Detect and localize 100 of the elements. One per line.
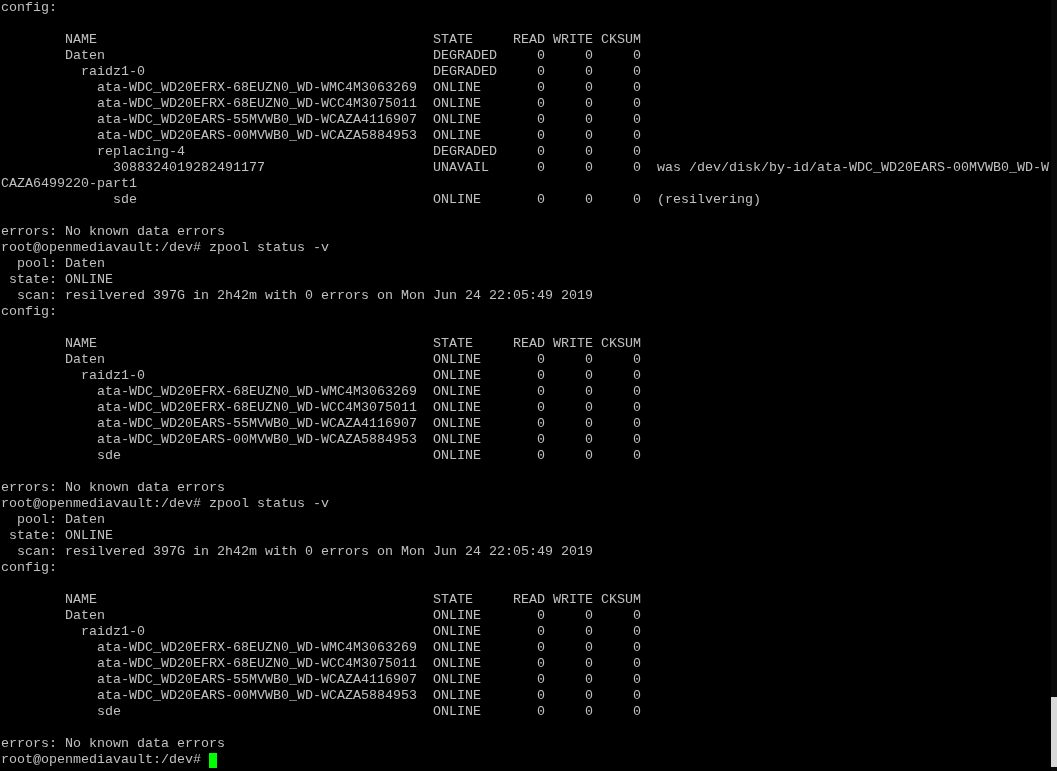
count-cell: 0 bbox=[633, 144, 641, 159]
count-cell: 0 bbox=[537, 368, 545, 383]
count-cell: 0 bbox=[585, 112, 593, 127]
count-cell: 0 bbox=[537, 160, 545, 175]
state-cell: UNAVAIL bbox=[433, 160, 489, 175]
vdev-name: Daten bbox=[65, 352, 105, 367]
count-cell: 0 bbox=[585, 80, 593, 95]
count-cell: 0 bbox=[633, 608, 641, 623]
count-cell: 0 bbox=[537, 128, 545, 143]
count-cell: 0 bbox=[537, 112, 545, 127]
prompt-line: root@openmediavault:/dev# zpool status -v bbox=[1, 240, 329, 255]
vdev-name: sde bbox=[97, 704, 121, 719]
config-label: config: bbox=[1, 304, 57, 319]
count-cell: 0 bbox=[633, 128, 641, 143]
count-cell: 0 bbox=[537, 640, 545, 655]
count-cell: 0 bbox=[585, 352, 593, 367]
count-cell: 0 bbox=[633, 416, 641, 431]
vdev-name: ata-WDC_WD20EARS-00MVWB0_WD-WCAZA5884953 bbox=[97, 688, 417, 703]
column-header: STATE bbox=[433, 592, 473, 607]
column-header: NAME bbox=[65, 592, 97, 607]
vdev-name: ata-WDC_WD20EFRX-68EUZN0_WD-WCC4M3075011 bbox=[97, 656, 417, 671]
prompt-line: root@openmediavault:/dev# bbox=[1, 752, 201, 768]
state-cell: ONLINE bbox=[433, 688, 481, 703]
state-cell: ONLINE bbox=[433, 640, 481, 655]
vdev-name: ata-WDC_WD20EFRX-68EUZN0_WD-WCC4M3075011 bbox=[97, 96, 417, 111]
count-cell: 0 bbox=[633, 704, 641, 719]
state-cell: ONLINE bbox=[433, 448, 481, 463]
status-label: scan: bbox=[16, 544, 57, 560]
count-cell: 0 bbox=[585, 48, 593, 63]
vdev-name: ata-WDC_WD20EFRX-68EUZN0_WD-WMC4M3063269 bbox=[97, 384, 417, 399]
count-cell: 0 bbox=[585, 384, 593, 399]
state-cell: ONLINE bbox=[433, 624, 481, 639]
count-cell: 0 bbox=[585, 192, 593, 207]
vdev-name: ata-WDC_WD20EARS-00MVWB0_WD-WCAZA5884953 bbox=[97, 432, 417, 447]
status-value: resilvered 397G in 2h42m with 0 errors on Mon Jun 24 22:05:49 2019 bbox=[64, 544, 593, 560]
count-cell: 0 bbox=[585, 416, 593, 431]
status-value: Daten bbox=[64, 512, 105, 528]
prompt-line: root@openmediavault:/dev# zpool status -v bbox=[1, 496, 329, 511]
column-header: CKSUM bbox=[601, 32, 641, 47]
vdev-name: ata-WDC_WD20EFRX-68EUZN0_WD-WMC4M3063269 bbox=[97, 640, 417, 655]
count-cell: 0 bbox=[537, 48, 545, 63]
count-cell: 0 bbox=[585, 656, 593, 671]
column-header: NAME bbox=[65, 32, 97, 47]
vdev-name: ata-WDC_WD20EARS-55MVWB0_WD-WCAZA4116907 bbox=[97, 112, 417, 127]
errors-line: errors: No known data errors bbox=[1, 736, 225, 751]
vdev-name: sde bbox=[113, 192, 137, 207]
column-header: WRITE bbox=[553, 592, 593, 607]
status-value: ONLINE bbox=[64, 528, 113, 544]
count-cell: 0 bbox=[585, 432, 593, 447]
column-header: STATE bbox=[433, 32, 473, 47]
count-cell: 0 bbox=[585, 688, 593, 703]
note-text: (resilvering) bbox=[656, 192, 761, 208]
count-cell: 0 bbox=[537, 432, 545, 447]
state-cell: DEGRADED bbox=[433, 144, 497, 159]
column-header: READ bbox=[513, 336, 545, 351]
count-cell: 0 bbox=[633, 688, 641, 703]
vdev-name: replacing-4 bbox=[97, 144, 185, 159]
vdev-name: raidz1-0 bbox=[81, 624, 145, 639]
count-cell: 0 bbox=[537, 416, 545, 431]
count-cell: 0 bbox=[537, 448, 545, 463]
state-cell: ONLINE bbox=[433, 416, 481, 431]
state-cell: ONLINE bbox=[433, 128, 481, 143]
count-cell: 0 bbox=[537, 352, 545, 367]
count-cell: 0 bbox=[633, 48, 641, 63]
count-cell: 0 bbox=[633, 96, 641, 111]
count-cell: 0 bbox=[585, 160, 593, 175]
scrollbar-thumb[interactable] bbox=[1051, 697, 1057, 767]
state-cell: ONLINE bbox=[433, 400, 481, 415]
count-cell: 0 bbox=[585, 704, 593, 719]
state-cell: ONLINE bbox=[433, 656, 481, 671]
count-cell: 0 bbox=[537, 384, 545, 399]
state-cell: ONLINE bbox=[433, 80, 481, 95]
count-cell: 0 bbox=[537, 80, 545, 95]
state-cell: ONLINE bbox=[433, 368, 481, 383]
vdev-name: ata-WDC_WD20EARS-55MVWB0_WD-WCAZA4116907 bbox=[97, 416, 417, 431]
status-value: Daten bbox=[64, 256, 105, 272]
column-header: READ bbox=[513, 32, 545, 47]
state-cell: ONLINE bbox=[433, 672, 481, 687]
vdev-name: raidz1-0 bbox=[81, 368, 145, 383]
count-cell: 0 bbox=[633, 448, 641, 463]
count-cell: 0 bbox=[633, 400, 641, 415]
vdev-name: sde bbox=[97, 448, 121, 463]
state-cell: DEGRADED bbox=[433, 48, 497, 63]
column-header: READ bbox=[513, 592, 545, 607]
state-cell: ONLINE bbox=[433, 192, 481, 207]
count-cell: 0 bbox=[633, 672, 641, 687]
vdev-name: ata-WDC_WD20EARS-00MVWB0_WD-WCAZA5884953 bbox=[97, 128, 417, 143]
count-cell: 0 bbox=[537, 688, 545, 703]
errors-line: errors: No known data errors bbox=[1, 224, 225, 239]
state-cell: ONLINE bbox=[433, 432, 481, 447]
status-label: state: bbox=[8, 528, 57, 544]
count-cell: 0 bbox=[537, 704, 545, 719]
state-cell: DEGRADED bbox=[433, 64, 497, 79]
status-label: state: bbox=[8, 272, 57, 288]
count-cell: 0 bbox=[537, 656, 545, 671]
state-cell: ONLINE bbox=[433, 112, 481, 127]
state-cell: ONLINE bbox=[433, 96, 481, 111]
vdev-name: 3088324019282491177 bbox=[113, 160, 265, 175]
vdev-name: raidz1-0 bbox=[81, 64, 145, 79]
state-cell: ONLINE bbox=[433, 384, 481, 399]
